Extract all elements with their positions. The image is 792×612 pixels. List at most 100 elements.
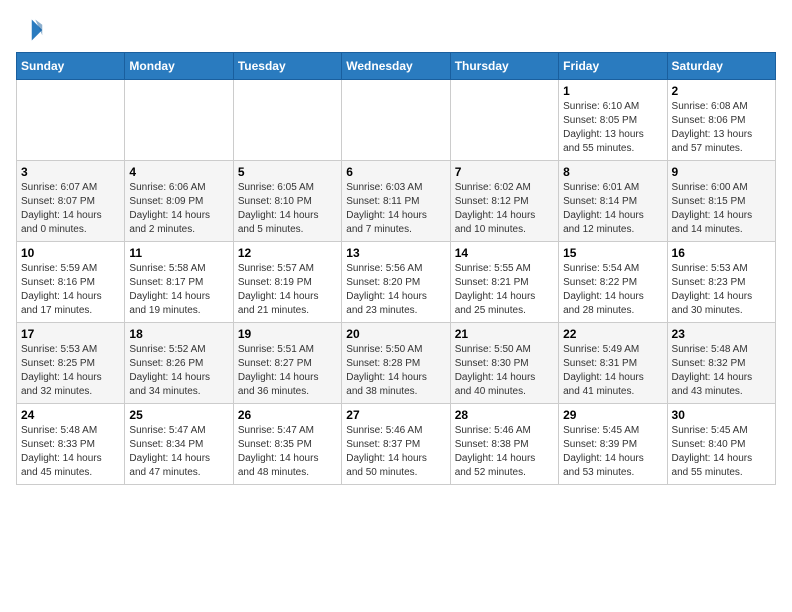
- header: [16, 16, 776, 44]
- calendar-cell: 1 Sunrise: 6:10 AM Sunset: 8:05 PM Daylig…: [559, 80, 667, 161]
- day-info: Sunrise: 5:49 AM Sunset: 8:31 PM Dayligh…: [563, 343, 662, 399]
- day-info: Sunrise: 6:10 AM Sunset: 8:05 PM Dayligh…: [563, 100, 662, 156]
- column-header-friday: Friday: [559, 53, 667, 80]
- day-number: 10: [21, 246, 120, 260]
- calendar-cell: 28 Sunrise: 5:46 AM Sunset: 8:38 PM Dayli…: [450, 404, 558, 485]
- calendar-cell: 7 Sunrise: 6:02 AM Sunset: 8:12 PM Daylig…: [450, 161, 558, 242]
- calendar-cell: 24 Sunrise: 5:48 AM Sunset: 8:33 PM Dayli…: [17, 404, 125, 485]
- day-number: 9: [672, 165, 771, 179]
- calendar-cell: 10 Sunrise: 5:59 AM Sunset: 8:16 PM Dayli…: [17, 242, 125, 323]
- day-info: Sunrise: 5:58 AM Sunset: 8:17 PM Dayligh…: [129, 262, 228, 318]
- column-header-monday: Monday: [125, 53, 233, 80]
- calendar-cell: 4 Sunrise: 6:06 AM Sunset: 8:09 PM Daylig…: [125, 161, 233, 242]
- day-info: Sunrise: 5:59 AM Sunset: 8:16 PM Dayligh…: [21, 262, 120, 318]
- day-info: Sunrise: 5:53 AM Sunset: 8:23 PM Dayligh…: [672, 262, 771, 318]
- column-header-saturday: Saturday: [667, 53, 775, 80]
- week-row-1: 1 Sunrise: 6:10 AM Sunset: 8:05 PM Daylig…: [17, 80, 776, 161]
- day-info: Sunrise: 5:45 AM Sunset: 8:39 PM Dayligh…: [563, 424, 662, 480]
- day-number: 23: [672, 327, 771, 341]
- day-info: Sunrise: 6:03 AM Sunset: 8:11 PM Dayligh…: [346, 181, 445, 237]
- day-info: Sunrise: 6:06 AM Sunset: 8:09 PM Dayligh…: [129, 181, 228, 237]
- calendar-cell: 26 Sunrise: 5:47 AM Sunset: 8:35 PM Dayli…: [233, 404, 341, 485]
- day-number: 26: [238, 408, 337, 422]
- column-header-wednesday: Wednesday: [342, 53, 450, 80]
- calendar-cell: 12 Sunrise: 5:57 AM Sunset: 8:19 PM Dayli…: [233, 242, 341, 323]
- day-number: 30: [672, 408, 771, 422]
- logo-icon: [16, 16, 44, 44]
- day-info: Sunrise: 5:46 AM Sunset: 8:38 PM Dayligh…: [455, 424, 554, 480]
- day-info: Sunrise: 5:55 AM Sunset: 8:21 PM Dayligh…: [455, 262, 554, 318]
- calendar-cell: 5 Sunrise: 6:05 AM Sunset: 8:10 PM Daylig…: [233, 161, 341, 242]
- calendar-cell: 21 Sunrise: 5:50 AM Sunset: 8:30 PM Dayli…: [450, 323, 558, 404]
- day-info: Sunrise: 5:48 AM Sunset: 8:33 PM Dayligh…: [21, 424, 120, 480]
- day-info: Sunrise: 5:51 AM Sunset: 8:27 PM Dayligh…: [238, 343, 337, 399]
- calendar-cell: [17, 80, 125, 161]
- calendar-cell: 3 Sunrise: 6:07 AM Sunset: 8:07 PM Daylig…: [17, 161, 125, 242]
- calendar-cell: 29 Sunrise: 5:45 AM Sunset: 8:39 PM Dayli…: [559, 404, 667, 485]
- calendar-cell: 14 Sunrise: 5:55 AM Sunset: 8:21 PM Dayli…: [450, 242, 558, 323]
- column-header-tuesday: Tuesday: [233, 53, 341, 80]
- header-row: SundayMondayTuesdayWednesdayThursdayFrid…: [17, 53, 776, 80]
- day-info: Sunrise: 6:01 AM Sunset: 8:14 PM Dayligh…: [563, 181, 662, 237]
- day-number: 5: [238, 165, 337, 179]
- day-info: Sunrise: 5:48 AM Sunset: 8:32 PM Dayligh…: [672, 343, 771, 399]
- day-number: 11: [129, 246, 228, 260]
- day-number: 13: [346, 246, 445, 260]
- day-number: 1: [563, 84, 662, 98]
- day-number: 21: [455, 327, 554, 341]
- day-number: 12: [238, 246, 337, 260]
- day-info: Sunrise: 5:47 AM Sunset: 8:34 PM Dayligh…: [129, 424, 228, 480]
- day-info: Sunrise: 6:07 AM Sunset: 8:07 PM Dayligh…: [21, 181, 120, 237]
- calendar-cell: 11 Sunrise: 5:58 AM Sunset: 8:17 PM Dayli…: [125, 242, 233, 323]
- week-row-5: 24 Sunrise: 5:48 AM Sunset: 8:33 PM Dayli…: [17, 404, 776, 485]
- day-number: 27: [346, 408, 445, 422]
- day-number: 28: [455, 408, 554, 422]
- day-number: 22: [563, 327, 662, 341]
- logo: [16, 16, 48, 44]
- day-number: 16: [672, 246, 771, 260]
- calendar-cell: 8 Sunrise: 6:01 AM Sunset: 8:14 PM Daylig…: [559, 161, 667, 242]
- day-info: Sunrise: 6:00 AM Sunset: 8:15 PM Dayligh…: [672, 181, 771, 237]
- calendar-cell: [342, 80, 450, 161]
- week-row-2: 3 Sunrise: 6:07 AM Sunset: 8:07 PM Daylig…: [17, 161, 776, 242]
- day-info: Sunrise: 6:05 AM Sunset: 8:10 PM Dayligh…: [238, 181, 337, 237]
- day-info: Sunrise: 6:02 AM Sunset: 8:12 PM Dayligh…: [455, 181, 554, 237]
- day-number: 29: [563, 408, 662, 422]
- day-info: Sunrise: 6:08 AM Sunset: 8:06 PM Dayligh…: [672, 100, 771, 156]
- day-number: 25: [129, 408, 228, 422]
- calendar-cell: 18 Sunrise: 5:52 AM Sunset: 8:26 PM Dayli…: [125, 323, 233, 404]
- column-header-thursday: Thursday: [450, 53, 558, 80]
- calendar-cell: 19 Sunrise: 5:51 AM Sunset: 8:27 PM Dayli…: [233, 323, 341, 404]
- day-info: Sunrise: 5:47 AM Sunset: 8:35 PM Dayligh…: [238, 424, 337, 480]
- day-info: Sunrise: 5:50 AM Sunset: 8:28 PM Dayligh…: [346, 343, 445, 399]
- calendar-cell: [125, 80, 233, 161]
- day-number: 4: [129, 165, 228, 179]
- day-number: 7: [455, 165, 554, 179]
- calendar-cell: 17Sunrise: 5:53 AM Sunset: 8:25 PM Dayli…: [17, 323, 125, 404]
- day-number: 6: [346, 165, 445, 179]
- calendar-cell: [450, 80, 558, 161]
- day-info: Sunrise: 5:54 AM Sunset: 8:22 PM Dayligh…: [563, 262, 662, 318]
- calendar-cell: 25 Sunrise: 5:47 AM Sunset: 8:34 PM Dayli…: [125, 404, 233, 485]
- day-info: Sunrise: 5:57 AM Sunset: 8:19 PM Dayligh…: [238, 262, 337, 318]
- day-number: 3: [21, 165, 120, 179]
- day-info: Sunrise: 5:46 AM Sunset: 8:37 PM Dayligh…: [346, 424, 445, 480]
- day-number: 19: [238, 327, 337, 341]
- week-row-4: 17Sunrise: 5:53 AM Sunset: 8:25 PM Dayli…: [17, 323, 776, 404]
- calendar-cell: 27 Sunrise: 5:46 AM Sunset: 8:37 PM Dayli…: [342, 404, 450, 485]
- day-info: Sunrise: 5:50 AM Sunset: 8:30 PM Dayligh…: [455, 343, 554, 399]
- day-number: 20: [346, 327, 445, 341]
- day-number: 24: [21, 408, 120, 422]
- calendar-cell: 13Sunrise: 5:56 AM Sunset: 8:20 PM Dayli…: [342, 242, 450, 323]
- calendar-table: SundayMondayTuesdayWednesdayThursdayFrid…: [16, 52, 776, 485]
- calendar-cell: 15 Sunrise: 5:54 AM Sunset: 8:22 PM Dayli…: [559, 242, 667, 323]
- calendar-cell: 2Sunrise: 6:08 AM Sunset: 8:06 PM Daylig…: [667, 80, 775, 161]
- day-number: 8: [563, 165, 662, 179]
- calendar-cell: 16 Sunrise: 5:53 AM Sunset: 8:23 PM Dayli…: [667, 242, 775, 323]
- day-info: Sunrise: 5:52 AM Sunset: 8:26 PM Dayligh…: [129, 343, 228, 399]
- day-number: 18: [129, 327, 228, 341]
- day-number: 17: [21, 327, 120, 341]
- column-header-sunday: Sunday: [17, 53, 125, 80]
- day-number: 15: [563, 246, 662, 260]
- day-number: 14: [455, 246, 554, 260]
